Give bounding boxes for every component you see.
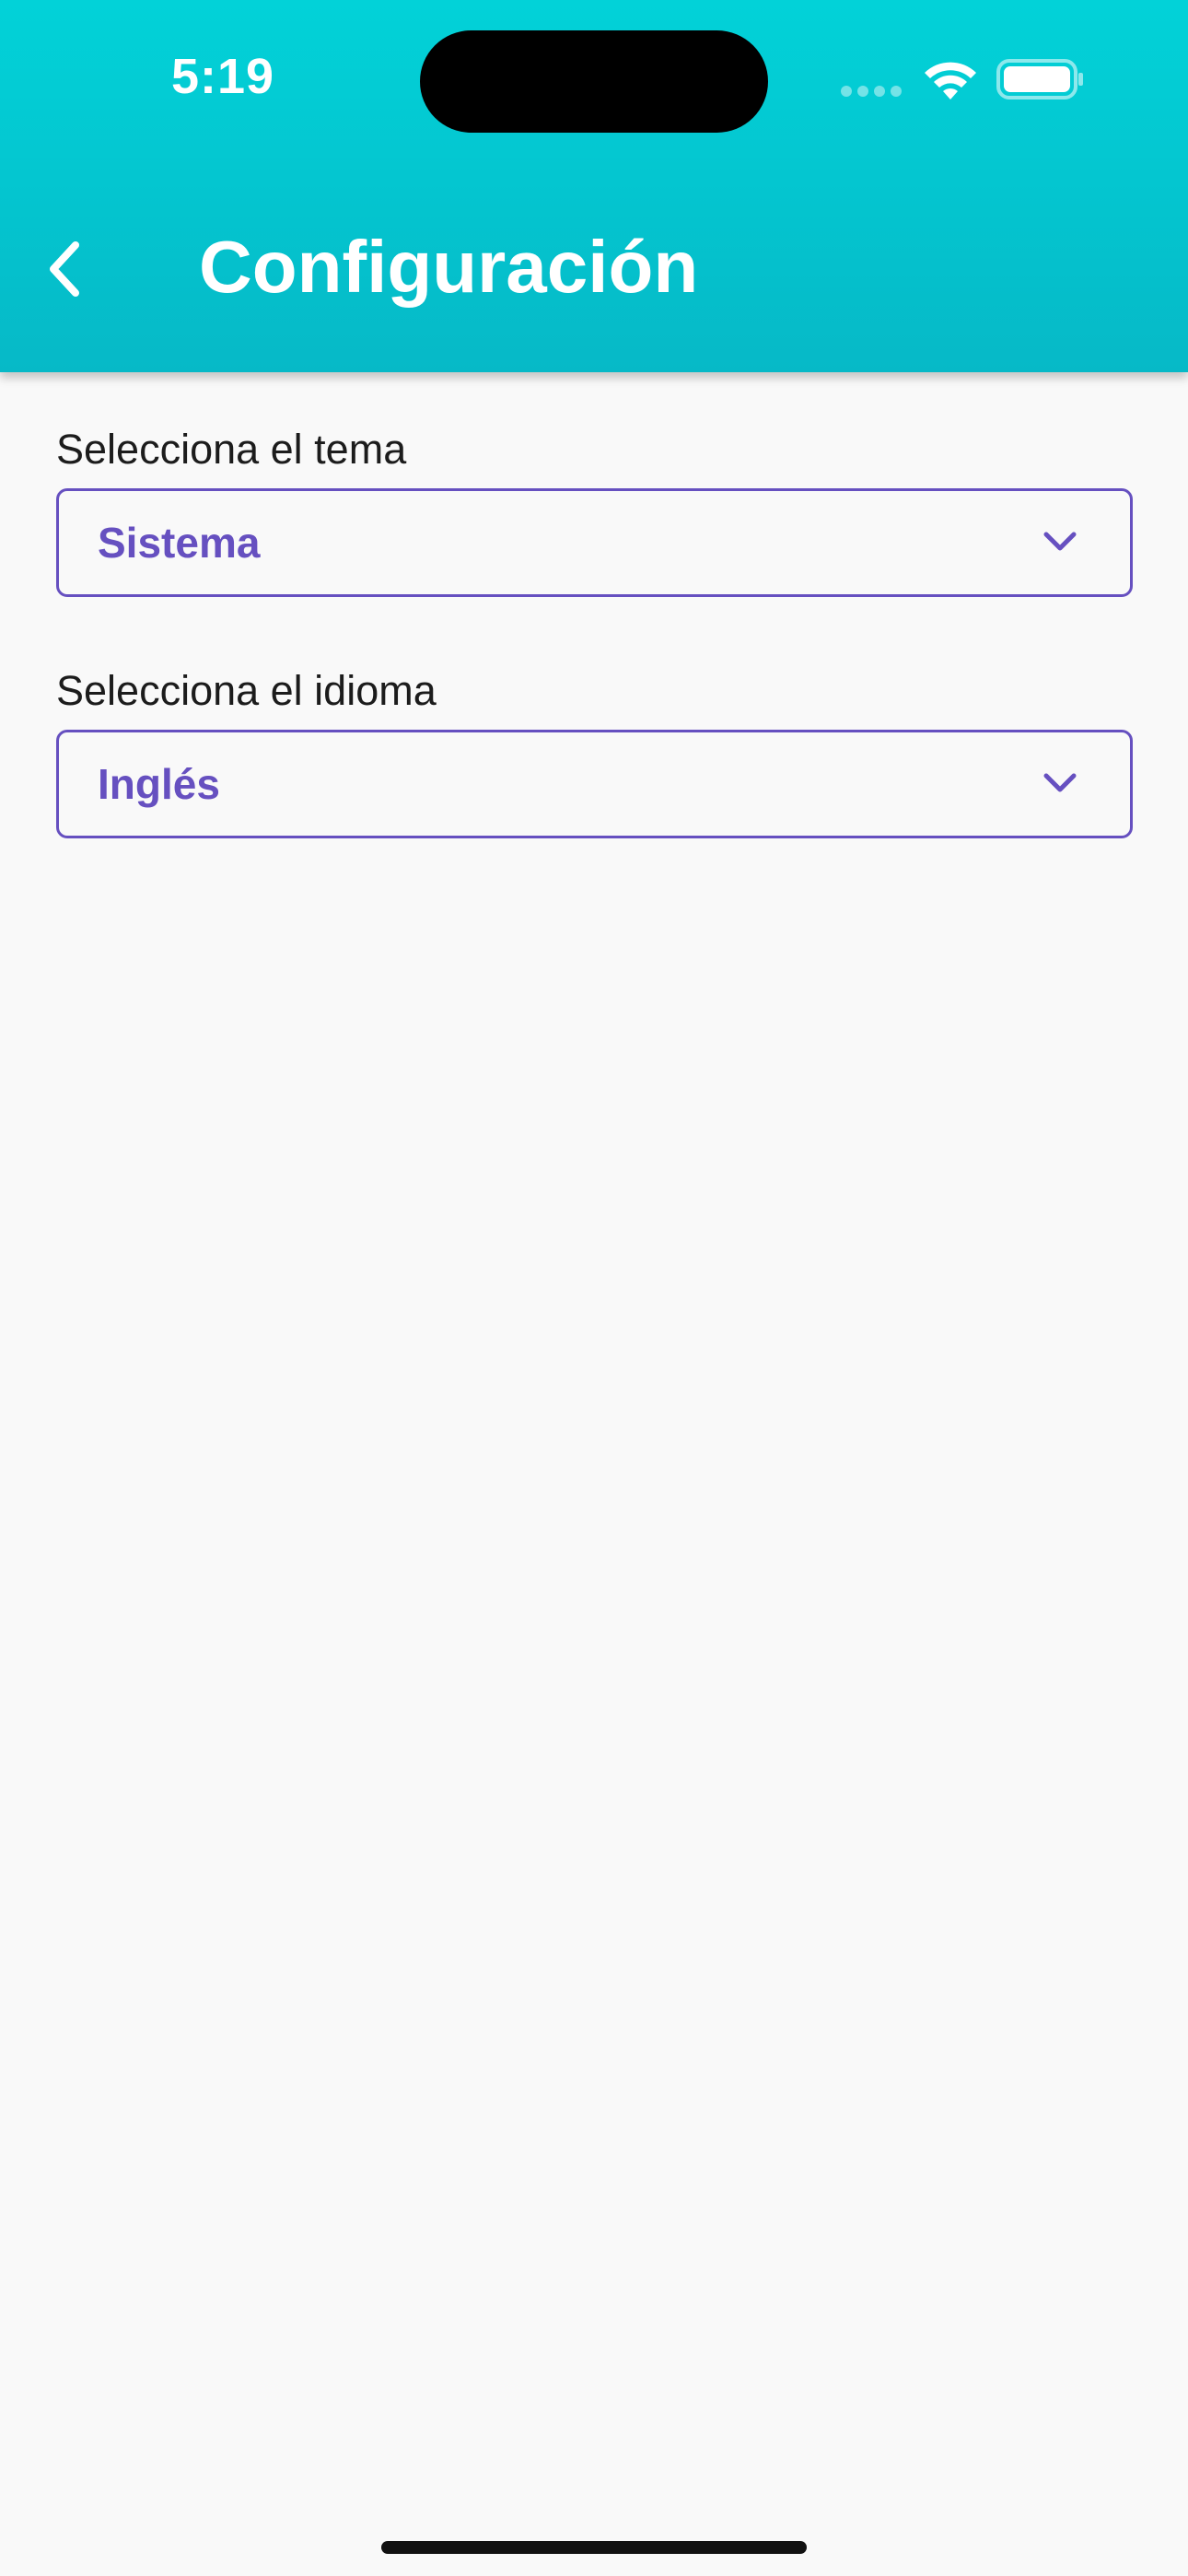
app-header: 5:19 Configuración xyxy=(0,0,1188,372)
chevron-down-icon xyxy=(1043,532,1077,551)
language-selected-value: Inglés xyxy=(98,760,220,808)
chevron-down-icon xyxy=(1043,773,1077,792)
language-label: Selecciona el idioma xyxy=(56,667,437,714)
signal-dots-icon xyxy=(841,86,902,97)
theme-dropdown[interactable]: Sistema xyxy=(56,488,1133,597)
language-setting: Selecciona el idioma Inglés xyxy=(56,665,1133,838)
home-indicator[interactable] xyxy=(381,2541,807,2554)
page-title: Configuración xyxy=(199,226,699,308)
language-dropdown[interactable]: Inglés xyxy=(56,730,1133,838)
status-time: 5:19 xyxy=(171,49,275,104)
theme-setting: Selecciona el tema Sistema xyxy=(56,424,1133,597)
dynamic-island xyxy=(420,30,768,133)
back-button[interactable] xyxy=(31,225,98,313)
settings-content: Selecciona el tema Sistema Selecciona el… xyxy=(56,424,1133,838)
wifi-icon xyxy=(925,62,976,100)
chevron-left-icon xyxy=(50,241,79,297)
battery-icon xyxy=(996,59,1083,100)
theme-label: Selecciona el tema xyxy=(56,426,407,473)
theme-selected-value: Sistema xyxy=(98,519,261,567)
